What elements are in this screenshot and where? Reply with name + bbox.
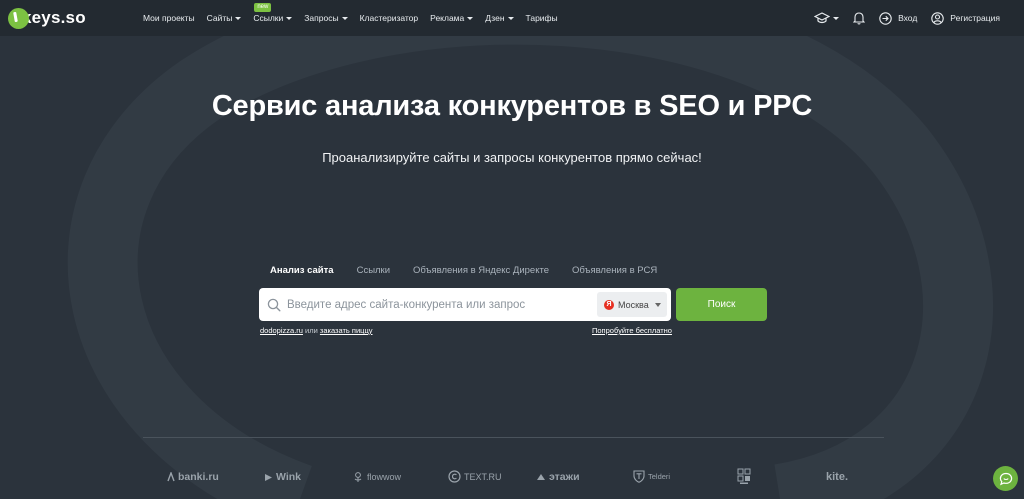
page-title: Сервис анализа конкурентов в SEO и PPC [211, 90, 813, 122]
wink-arrow-icon [265, 473, 272, 481]
yandex-icon: Я [604, 299, 614, 310]
page-subtitle: Проанализируйте сайты и запросы конкурен… [322, 150, 702, 165]
tab-rsya-ads[interactable]: Объявления в РСЯ [572, 265, 657, 276]
top-navigation-bar: keys.so Мои проекты Сайты new Ссылки Зап… [0, 0, 1024, 36]
chevron-down-icon [833, 16, 840, 20]
bell-icon [853, 12, 866, 25]
client-name: flowwow [367, 472, 402, 482]
tab-links[interactable]: Ссылки [357, 265, 390, 276]
login-icon [879, 11, 892, 25]
client-name: kite. [826, 471, 849, 483]
chevron-down-icon [235, 16, 242, 20]
chevron-down-icon [467, 16, 474, 20]
nav-item-label: Запросы [304, 13, 339, 23]
client-logo-pattern [737, 468, 754, 485]
example-query-link[interactable]: заказать пиццу [320, 326, 373, 335]
main-nav: Мои проекты Сайты new Ссылки Запросы Кла… [143, 0, 570, 36]
nav-item-pricing[interactable]: Тарифы [526, 13, 558, 23]
nav-item-queries[interactable]: Запросы [304, 13, 348, 23]
nav-item-projects[interactable]: Мои проекты [143, 13, 195, 23]
try-free: Попробуйте бесплатно [592, 326, 672, 335]
try-free-link[interactable]: Попробуйте бесплатно [592, 326, 672, 335]
nav-item-label: Дзен [485, 13, 505, 23]
client-name: этажи [549, 471, 580, 483]
chevron-down-icon [286, 16, 293, 20]
banki-mark-icon [167, 472, 175, 482]
new-badge: new [254, 3, 272, 12]
client-name: TEXT.RU [464, 471, 502, 482]
chat-button[interactable] [993, 466, 1018, 491]
nav-item-links[interactable]: new Ссылки [253, 3, 293, 23]
chat-icon [999, 472, 1012, 485]
user-icon [931, 11, 945, 25]
chevron-down-icon [341, 16, 348, 20]
user-actions: Вход Регистрация [800, 0, 1000, 36]
section-divider [143, 437, 884, 438]
client-logo-wink: Wink [264, 471, 301, 483]
tab-site-analysis[interactable]: Анализ сайта [270, 265, 334, 276]
register-label: Регистрация [950, 13, 1000, 23]
notifications-button[interactable] [853, 11, 866, 25]
nav-item-label: Мои проекты [143, 13, 195, 23]
client-logo-etazhi: этажи [536, 471, 580, 483]
client-logo-flowwow: flowwow [352, 471, 401, 483]
login-button[interactable]: Вход [879, 11, 918, 25]
logo-text: keys.so [22, 8, 86, 27]
nav-item-ads[interactable]: Реклама [430, 13, 474, 23]
nav-item-clusterizer[interactable]: Кластеризатор [360, 13, 419, 23]
education-menu[interactable] [814, 12, 840, 24]
search-button[interactable]: Поиск [676, 288, 767, 321]
chevron-down-icon [507, 16, 514, 20]
search-box: Я Москва [259, 288, 671, 321]
hint-or-text: или [305, 326, 318, 335]
client-name: Wink [276, 471, 301, 483]
search-hint: dodopizza.ru или заказать пиццу [260, 326, 373, 335]
pattern-logo-icon [737, 468, 751, 484]
flower-icon [354, 472, 362, 482]
telderi-shield-icon [633, 470, 645, 483]
client-logo-banki: banki.ru [167, 471, 219, 483]
nav-item-sites[interactable]: Сайты [207, 13, 242, 23]
region-label: Москва [618, 299, 649, 310]
logo[interactable]: keys.so [8, 6, 86, 30]
nav-item-label: Сайты [206, 13, 233, 23]
client-name: Telderi [648, 472, 671, 481]
tab-yandex-direct-ads[interactable]: Объявления в Яндекс Директе [413, 265, 549, 276]
client-logo-textru: TEXT.RU [448, 470, 502, 483]
logo-mark-icon [8, 7, 29, 29]
search-input[interactable] [287, 290, 597, 319]
example-site-link[interactable]: dodopizza.ru [260, 326, 303, 335]
client-logo-kite: kite. [826, 471, 848, 483]
login-label: Вход [898, 13, 918, 23]
nav-item-label: Кластеризатор [359, 13, 419, 23]
search-tabs: Анализ сайта Ссылки Объявления в Яндекс … [270, 265, 680, 276]
region-select[interactable]: Я Москва [597, 292, 667, 317]
register-button[interactable]: Регистрация [931, 11, 1000, 25]
search-icon [267, 298, 281, 311]
etazhi-mark-icon [537, 474, 545, 480]
chevron-down-icon [654, 302, 661, 307]
copyright-icon [448, 470, 461, 483]
background-swirl-decoration [67, 0, 993, 499]
client-logo-telderi: Telderi [633, 470, 670, 483]
client-name: banki.ru [178, 471, 219, 483]
nav-item-label: Ссылки [253, 13, 284, 23]
nav-item-label: Тарифы [525, 13, 558, 23]
graduation-cap-icon [814, 12, 831, 24]
nav-item-dzen[interactable]: Дзен [485, 13, 514, 23]
nav-item-label: Реклама [430, 13, 465, 23]
